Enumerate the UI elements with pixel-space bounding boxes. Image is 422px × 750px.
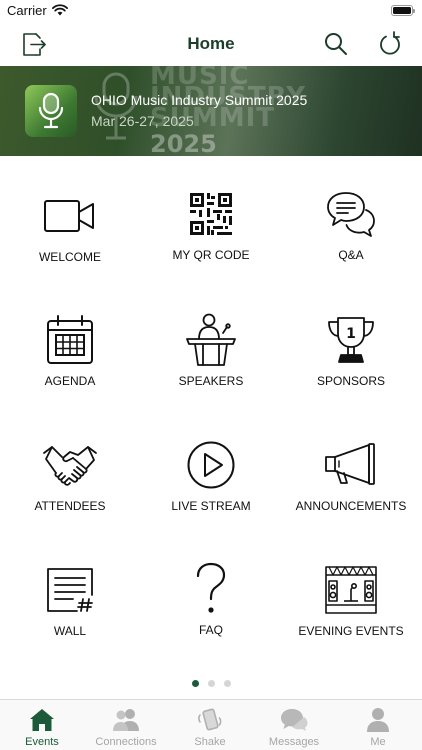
- sponsors-label: SPONSORS: [316, 374, 385, 388]
- battery-icon: [391, 5, 415, 16]
- stage-icon: [321, 562, 381, 618]
- carrier-label: Carrier: [7, 3, 47, 18]
- shake-phone-icon: [196, 706, 224, 734]
- wall-post-icon: [40, 562, 100, 618]
- person-icon: [364, 706, 392, 734]
- event-date: Mar 26-27, 2025: [91, 113, 194, 129]
- speaker-podium-icon: [181, 312, 241, 368]
- speakers-tile[interactable]: SPEAKERS: [141, 312, 281, 422]
- attendees-tile[interactable]: ATTENDEES: [0, 437, 140, 547]
- tab-connections-label: Connections: [95, 736, 157, 748]
- evening-events-tile[interactable]: EVENING EVENTS: [281, 562, 421, 672]
- question-mark-icon: [181, 561, 241, 617]
- chat-bubbles-icon: [321, 186, 381, 242]
- people-icon: [112, 706, 140, 734]
- announcements-tile[interactable]: ANNOUNCEMENTS: [281, 437, 421, 547]
- trophy-icon: 1: [321, 312, 381, 368]
- announcements-label: ANNOUNCEMENTS: [295, 499, 407, 513]
- megaphone-icon: [321, 437, 381, 493]
- tab-shake[interactable]: Shake: [168, 706, 252, 750]
- search-button[interactable]: [321, 29, 351, 59]
- page-title: Home: [187, 34, 235, 53]
- tab-me-label: Me: [370, 736, 386, 748]
- qa-tile[interactable]: Q&A: [281, 186, 421, 296]
- event-title: OHIO Music Industry Summit 2025: [91, 92, 308, 108]
- video-camera-icon: [40, 188, 100, 244]
- tab-bar: Events Connections Shake Messages Me: [0, 699, 422, 750]
- qr-code-icon: [181, 186, 241, 242]
- speakers-label: SPEAKERS: [178, 374, 244, 388]
- event-banner[interactable]: MUSIC INDUSTRY SUMMIT 2025 OHIO Music In…: [0, 66, 422, 156]
- my-qr-code-tile[interactable]: MY QR CODE: [141, 186, 281, 296]
- agenda-label: AGENDA: [44, 374, 96, 388]
- page-dot-1[interactable]: [191, 680, 199, 687]
- welcome-tile[interactable]: WELCOME: [0, 188, 140, 298]
- tab-shake-label: Shake: [194, 736, 226, 748]
- tab-messages[interactable]: Messages: [252, 706, 336, 750]
- live-stream-tile[interactable]: LIVE STREAM: [141, 437, 281, 547]
- microphone-background-icon: [94, 72, 138, 140]
- qa-label: Q&A: [338, 248, 364, 262]
- search-icon: [325, 33, 347, 55]
- page-indicator[interactable]: [0, 680, 422, 688]
- banner-background-year: 2025: [150, 130, 217, 156]
- my-qr-code-label: MY QR CODE: [172, 248, 250, 262]
- refresh-icon: [380, 31, 400, 55]
- page-dot-2[interactable]: [207, 680, 215, 687]
- agenda-tile[interactable]: AGENDA: [0, 312, 140, 422]
- play-circle-icon: [181, 437, 241, 493]
- tab-events[interactable]: Events: [0, 706, 84, 750]
- live-stream-label: LIVE STREAM: [171, 499, 251, 513]
- wall-label: WALL: [53, 624, 87, 638]
- house-icon: [28, 706, 56, 734]
- sponsors-tile[interactable]: 1 SPONSORS: [281, 312, 421, 422]
- tab-me[interactable]: Me: [336, 706, 420, 750]
- tab-messages-label: Messages: [268, 736, 320, 748]
- evening-events-label: EVENING EVENTS: [298, 624, 404, 638]
- messages-icon: [280, 706, 308, 734]
- faq-label: FAQ: [198, 623, 223, 637]
- tab-events-label: Events: [25, 736, 59, 748]
- svg-text:1: 1: [346, 326, 356, 342]
- faq-tile[interactable]: FAQ: [141, 561, 281, 671]
- refresh-button[interactable]: [375, 29, 405, 59]
- welcome-label: WELCOME: [38, 250, 101, 264]
- microphone-logo-icon: [25, 85, 77, 137]
- navigation-bar: Home: [0, 22, 422, 66]
- wall-tile[interactable]: WALL: [0, 562, 140, 672]
- handshake-icon: [40, 437, 100, 493]
- status-bar: Carrier: [0, 0, 422, 22]
- calendar-icon: [40, 312, 100, 368]
- tab-connections[interactable]: Connections: [84, 706, 168, 750]
- wifi-icon: [52, 3, 68, 21]
- attendees-label: ATTENDEES: [34, 499, 106, 513]
- page-dot-3[interactable]: [223, 680, 231, 687]
